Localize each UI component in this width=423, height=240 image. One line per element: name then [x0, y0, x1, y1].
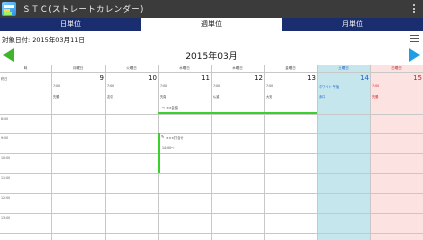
- month-title: 2015年03月: [185, 52, 238, 62]
- week-grid: 時 月曜日 火曜日 水曜日 木曜日 金曜日 土曜日 日曜日 9 10 11 12…: [0, 65, 423, 240]
- day-number-thu[interactable]: 12: [211, 74, 263, 82]
- time-label-13: 13:00: [1, 216, 11, 220]
- app-calendar-icon: [2, 2, 16, 16]
- day-number-wed[interactable]: 11: [158, 74, 210, 82]
- day-number-mon[interactable]: 9: [51, 74, 104, 82]
- target-date-label: 対象日付: 2015年03月11日: [2, 36, 85, 44]
- day-number-sat[interactable]: 14: [317, 74, 369, 82]
- dow-mon: 月曜日: [72, 66, 84, 70]
- app-title: ＳＴＣ(ストレートカレンダー): [22, 5, 144, 15]
- time-label-allday: 終日: [1, 77, 8, 81]
- mon-line-1: 7:00: [53, 84, 61, 88]
- time-column-header: 時: [23, 66, 28, 70]
- overflow-menu-icon[interactable]: [411, 3, 417, 15]
- wed-line-1: 7:00: [160, 84, 168, 88]
- sat-line-2: 赤口: [319, 95, 326, 99]
- dow-sat: 土曜日: [338, 66, 349, 70]
- time-label-11: 11:00: [1, 176, 11, 180]
- day-number-tue[interactable]: 10: [105, 74, 157, 82]
- time-label-12: 12:00: [1, 196, 11, 200]
- tab-week[interactable]: 週単位: [141, 18, 282, 31]
- dow-thu: 木曜日: [232, 66, 243, 70]
- pin-icon: ✎: [161, 134, 165, 139]
- day-number-sun[interactable]: 15: [370, 74, 422, 82]
- fri-line-2: 大安: [266, 95, 273, 99]
- wed-event-title[interactable]: ×××打合せ: [166, 135, 184, 140]
- time-label-9: 9:00: [1, 136, 9, 140]
- event-bar[interactable]: [158, 133, 160, 173]
- tab-day[interactable]: 日単位: [0, 18, 141, 31]
- tue-line-1: 7:00: [107, 84, 115, 88]
- sun-line-1: 7:00: [372, 84, 380, 88]
- thu-line-2: 仏滅: [213, 95, 220, 99]
- time-label-10: 10:00: [1, 156, 11, 160]
- target-date-row: 対象日付: 2015年03月11日: [0, 31, 423, 45]
- view-tabs: 日単位 週単位 月単位: [0, 18, 423, 31]
- day-number-fri[interactable]: 13: [264, 74, 316, 82]
- thu-line-1: 7:00: [213, 84, 221, 88]
- sat-line-1: ホワイト 午後: [319, 85, 340, 89]
- app-bar: ＳＴＣ(ストレートカレンダー): [0, 0, 423, 18]
- wed-line-2: 先負: [160, 95, 167, 99]
- dow-wed: 水曜日: [179, 66, 190, 70]
- tab-month[interactable]: 月単位: [282, 18, 423, 31]
- tue-line-2: 友引: [107, 95, 114, 99]
- next-arrow-icon[interactable]: [409, 48, 420, 62]
- dow-tue: 火曜日: [126, 66, 137, 70]
- sun-line-2: 先勝: [372, 95, 379, 99]
- wed-allday-event[interactable]: 〜 ××会議: [162, 105, 178, 110]
- time-label-8: 8:00: [1, 117, 9, 121]
- menu-icon[interactable]: [410, 35, 419, 42]
- selected-day-underline: [158, 112, 317, 114]
- dow-fri: 金曜日: [285, 66, 296, 70]
- fri-line-1: 7:00: [266, 84, 274, 88]
- wed-event-time[interactable]: 14:00〜: [162, 145, 174, 150]
- mon-line-2: 先勝: [53, 95, 60, 99]
- month-navigation: 2015年03月: [0, 45, 423, 65]
- dow-sun: 日曜日: [391, 66, 402, 70]
